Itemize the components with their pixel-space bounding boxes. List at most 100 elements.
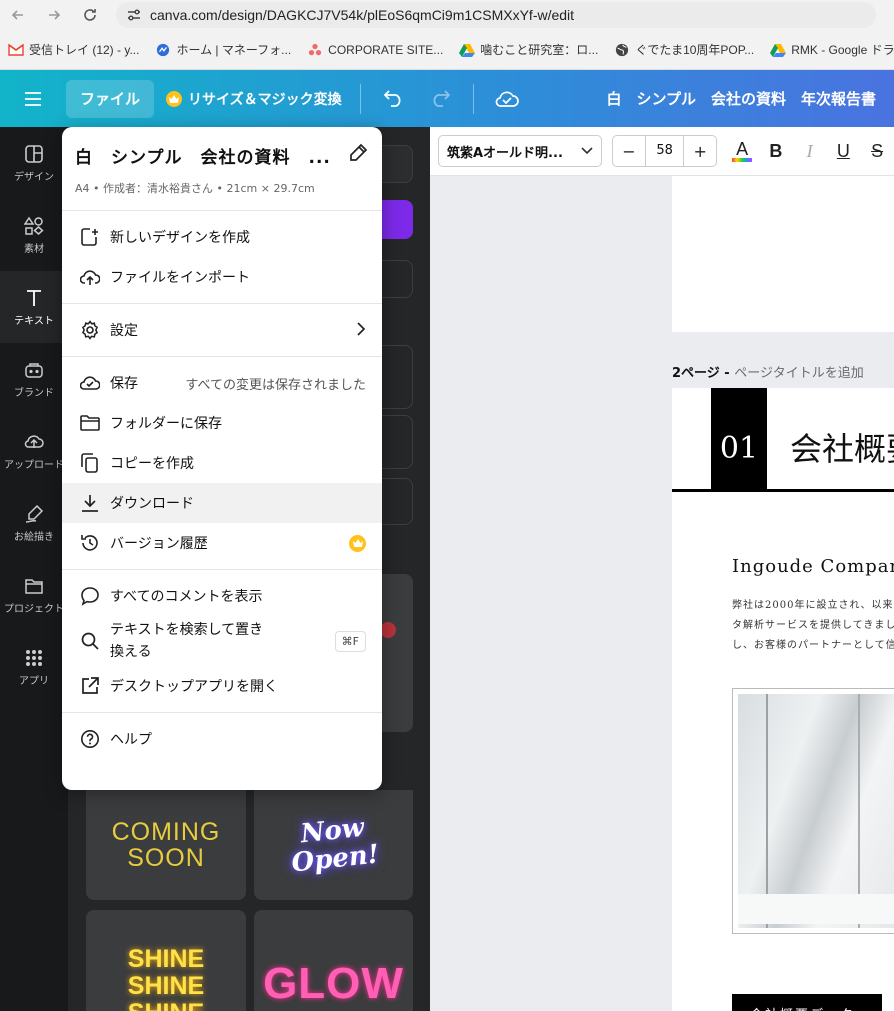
section-heading[interactable]: 会社概要 bbox=[790, 424, 894, 470]
asana-icon bbox=[309, 43, 322, 55]
bookmark-label: RMK - Google ドラ... bbox=[791, 43, 894, 57]
company-name[interactable]: Ingoude Company bbox=[732, 556, 894, 577]
editor-topbar: ファイル リサイズ＆マジック変換 白 シンプル 会社の資料 年次報告書 bbox=[0, 70, 894, 127]
undo-icon[interactable] bbox=[371, 70, 417, 127]
design-meta: A4 • 作成者：清水裕貴さん • 21cm × 29.7cm bbox=[75, 182, 315, 195]
rail-elements[interactable]: 素材 bbox=[0, 199, 68, 271]
rail-design[interactable]: デザイン bbox=[0, 127, 68, 199]
rail-upload[interactable]: アップロード bbox=[0, 415, 68, 487]
rail-text[interactable]: テキスト bbox=[0, 271, 68, 343]
text-color-button[interactable]: A bbox=[725, 135, 759, 167]
rail-projects[interactable]: プロジェクト bbox=[0, 559, 68, 631]
file-menu-header: 白 シンプル 会社の資料 ... A4 • 作成者：清水裕貴さん • 21cm … bbox=[62, 127, 382, 211]
rail-brand[interactable]: ブランド bbox=[0, 343, 68, 415]
download-item[interactable]: ダウンロード bbox=[62, 483, 382, 523]
external-link-icon bbox=[80, 676, 100, 696]
design-canvas: 2ページ - ページタイトルを追加 01 会社概要 Ingoude Compan… bbox=[430, 176, 894, 1011]
coming-soon-text: COMING SOON bbox=[111, 818, 221, 872]
body-style[interactable] bbox=[380, 478, 413, 525]
url-bar[interactable]: canva.com/design/DAGKCJ7V54k/plEoS6qmCi9… bbox=[116, 2, 876, 28]
new-design-item[interactable]: 新しいデザインを作成 bbox=[62, 217, 382, 257]
design-title[interactable]: 白 シンプル 会社の資料 ... bbox=[75, 143, 331, 168]
menu-label: フォルダーに保存 bbox=[110, 416, 222, 432]
bookmark-corporate[interactable]: CORPORATE SITE... bbox=[307, 43, 443, 57]
glow-text: GLOW bbox=[263, 959, 404, 1008]
rail-label: アプリ bbox=[19, 675, 49, 687]
bookmark-rmk[interactable]: RMK - Google ドラ... bbox=[770, 41, 894, 58]
view-comments-item[interactable]: すべてのコメントを表示 bbox=[62, 576, 382, 616]
brand-kit-button[interactable] bbox=[380, 260, 413, 298]
add-textbox-button[interactable] bbox=[380, 200, 413, 239]
decrease-size-button[interactable]: − bbox=[613, 142, 645, 161]
heading-style[interactable] bbox=[380, 345, 413, 409]
gmail-icon bbox=[8, 43, 24, 56]
version-history-item[interactable]: バージョン履歴 bbox=[62, 523, 382, 563]
crown-icon bbox=[166, 90, 183, 107]
increase-size-button[interactable]: + bbox=[684, 142, 716, 161]
page-2-label[interactable]: 2ページ - ページタイトルを追加 bbox=[672, 362, 864, 381]
italic-icon[interactable]: I bbox=[793, 135, 827, 167]
resize-button[interactable]: リサイズ＆マジック変換 bbox=[166, 89, 342, 109]
bookmark-moneyforward[interactable]: ホーム | マネーフォ... bbox=[155, 41, 291, 58]
find-replace-item[interactable]: テキストを検索して置き 換える ⌘F bbox=[62, 616, 382, 666]
page-2[interactable]: 01 会社概要 Ingoude Company 弊社は2000年に設立され、以来… bbox=[672, 388, 894, 1011]
settings-item[interactable]: 設定 bbox=[62, 310, 382, 350]
data-label-box[interactable]: 会社概要データ bbox=[732, 994, 882, 1011]
menu-icon[interactable] bbox=[0, 70, 66, 127]
search-field[interactable] bbox=[380, 145, 413, 183]
back-icon[interactable] bbox=[0, 0, 36, 30]
page-1[interactable] bbox=[672, 176, 894, 332]
history-icon bbox=[80, 533, 100, 553]
body-line: 弊社は2000年に設立され、以来一貫 bbox=[732, 600, 894, 611]
color-swatch bbox=[732, 157, 753, 162]
font-family-dropdown[interactable]: 筑紫Aオールド明... bbox=[438, 135, 602, 167]
cloud-saved-icon[interactable] bbox=[484, 70, 530, 127]
strikethrough-icon[interactable]: S bbox=[860, 135, 894, 167]
open-desktop-app-item[interactable]: デスクトップアプリを開く bbox=[62, 666, 382, 706]
underline-icon[interactable]: U bbox=[826, 135, 860, 167]
font-combo-card[interactable]: Now Open! bbox=[254, 790, 413, 900]
office-photo[interactable] bbox=[732, 688, 894, 934]
photo-glass-pane bbox=[766, 694, 768, 928]
file-menu-button[interactable]: ファイル bbox=[66, 79, 155, 118]
save-item[interactable]: 保存 すべての変更は保存されました bbox=[62, 363, 382, 403]
subheading-style[interactable] bbox=[380, 415, 413, 469]
design-title[interactable]: 白 シンプル 会社の資料 年次報告書 bbox=[606, 70, 876, 127]
rail-apps[interactable]: アプリ bbox=[0, 631, 68, 703]
bold-icon[interactable]: B bbox=[759, 135, 793, 167]
text-color-icon: A bbox=[736, 138, 749, 159]
divider bbox=[359, 83, 361, 114]
font-combo-card[interactable]: GLOW bbox=[254, 910, 413, 1011]
rail-draw[interactable]: お絵描き bbox=[0, 487, 68, 559]
forward-icon[interactable] bbox=[36, 0, 72, 30]
text-toolbar: 筑紫Aオールド明... − 58 + A B I U S bbox=[430, 127, 894, 176]
pencil-icon[interactable] bbox=[348, 143, 368, 167]
menu-label: 新しいデザインを作成 bbox=[110, 230, 250, 246]
bookmark-kamukoto[interactable]: 噛むこと研究室：ロ... bbox=[459, 41, 598, 58]
bookmarks-bar: 受信トレイ (12) - y... ホーム | マネーフォ... CORPORA… bbox=[0, 30, 894, 70]
menu-section: 保存 すべての変更は保存されました フォルダーに保存 コピーを作成 ダウンロード… bbox=[62, 357, 382, 570]
chevron-right-icon bbox=[356, 321, 366, 340]
photo-image bbox=[738, 694, 894, 928]
section-number[interactable]: 01 bbox=[711, 388, 767, 492]
bookmark-gmail[interactable]: 受信トレイ (12) - y... bbox=[8, 41, 139, 58]
left-rail: デザイン 素材 テキスト ブランド アップロード お絵描き プロジェクト アプリ bbox=[0, 127, 68, 1011]
bookmark-gudetama[interactable]: ぐでたま10周年POP... bbox=[614, 41, 754, 58]
make-copy-item[interactable]: コピーを作成 bbox=[62, 443, 382, 483]
font-combo-card[interactable]: COMING SOON bbox=[86, 790, 246, 900]
site-settings-icon[interactable] bbox=[126, 7, 142, 23]
company-description[interactable]: 弊社は2000年に設立され、以来一貫 タ解析サービスを提供してきました し、お客… bbox=[732, 596, 894, 656]
font-size-input[interactable]: 58 bbox=[644, 136, 685, 166]
gear-icon bbox=[80, 320, 100, 340]
heading-rule bbox=[672, 489, 894, 492]
font-combo-card[interactable] bbox=[380, 574, 413, 732]
page-title-placeholder[interactable]: ページタイトルを追加 bbox=[734, 366, 863, 381]
help-item[interactable]: ヘルプ bbox=[62, 719, 382, 759]
redo-icon[interactable] bbox=[417, 70, 463, 127]
page-number: 2ページ - bbox=[672, 366, 735, 381]
save-to-folder-item[interactable]: フォルダーに保存 bbox=[62, 403, 382, 443]
folder-icon bbox=[80, 413, 100, 433]
font-combo-card[interactable]: SHINE SHINE SHINE bbox=[86, 910, 246, 1011]
reload-icon[interactable] bbox=[72, 0, 108, 30]
import-file-item[interactable]: ファイルをインポート bbox=[62, 257, 382, 297]
